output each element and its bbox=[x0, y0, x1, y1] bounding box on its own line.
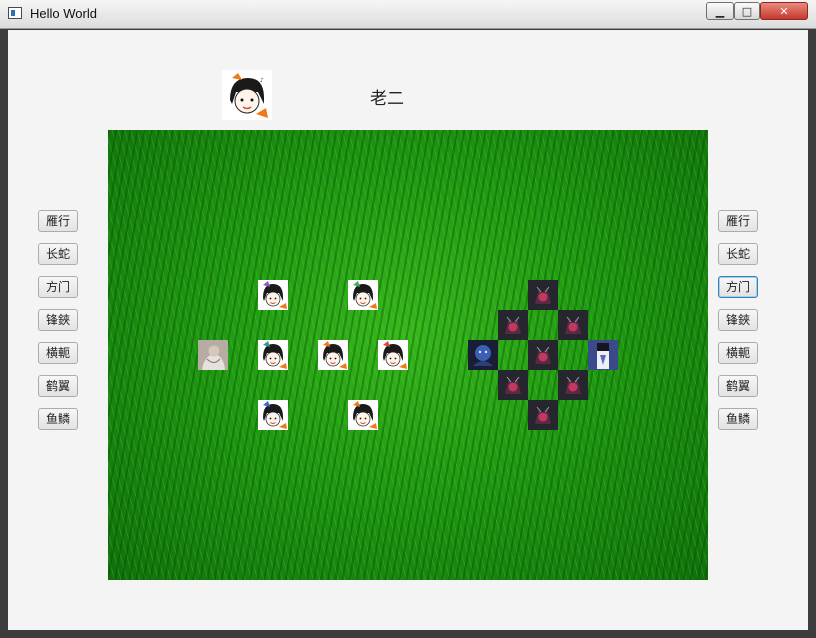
cartoon-girl-icon[interactable] bbox=[258, 400, 288, 430]
dark-demon-icon[interactable] bbox=[558, 310, 588, 340]
cartoon-girl-icon[interactable] bbox=[378, 340, 408, 370]
battlefield[interactable] bbox=[108, 130, 708, 580]
left-formation-button-1[interactable]: 长蛇 bbox=[38, 243, 78, 265]
right-formation-button-1[interactable]: 长蛇 bbox=[718, 243, 758, 265]
right-formation-button-4[interactable]: 横軛 bbox=[718, 342, 758, 364]
cartoon-girl-avatar-icon: ♪ bbox=[222, 70, 272, 120]
dark-demon-icon[interactable] bbox=[528, 280, 558, 310]
maximize-button[interactable]: □ bbox=[734, 2, 760, 20]
left-formation-button-6[interactable]: 鱼鳞 bbox=[38, 408, 78, 430]
right-formation-button-2[interactable]: 方门 bbox=[718, 276, 758, 298]
close-button[interactable]: ✕ bbox=[760, 2, 808, 20]
left-formation-button-3[interactable]: 锋鋏 bbox=[38, 309, 78, 331]
blue-dragon-icon[interactable] bbox=[468, 340, 498, 370]
right-formation-button-3[interactable]: 锋鋏 bbox=[718, 309, 758, 331]
right-formation-button-5[interactable]: 鹤翼 bbox=[718, 375, 758, 397]
right-formation-button-6[interactable]: 鱼鳞 bbox=[718, 408, 758, 430]
left-formation-button-5[interactable]: 鹤翼 bbox=[38, 375, 78, 397]
cartoon-girl-icon[interactable] bbox=[258, 340, 288, 370]
cartoon-girl-icon[interactable] bbox=[258, 280, 288, 310]
client-area: ♪ 老二 雁行 长蛇 方门 锋鋏 横軛 鹤翼 鱼鳞 雁行 长蛇 方门 锋鋏 横軛… bbox=[8, 30, 808, 630]
app-window: Hello World ▁ □ ✕ ♪ 老二 雁行 长蛇 方门 锋鋏 横軛 鹤翼 bbox=[0, 0, 816, 638]
left-formation-button-4[interactable]: 横軛 bbox=[38, 342, 78, 364]
units-layer bbox=[198, 280, 618, 430]
app-icon bbox=[8, 7, 22, 19]
blue-warrior-icon[interactable] bbox=[588, 340, 618, 370]
right-formation-panel: 雁行 长蛇 方门 锋鋏 横軛 鹤翼 鱼鳞 bbox=[718, 210, 758, 441]
window-title: Hello World bbox=[30, 6, 97, 21]
dark-demon-icon[interactable] bbox=[558, 370, 588, 400]
left-formation-panel: 雁行 长蛇 方门 锋鋏 横軛 鹤翼 鱼鳞 bbox=[38, 210, 78, 441]
elder-portrait-icon[interactable] bbox=[198, 340, 228, 370]
right-formation-button-0[interactable]: 雁行 bbox=[718, 210, 758, 232]
svg-text:♪: ♪ bbox=[260, 77, 264, 84]
dark-demon-icon[interactable] bbox=[528, 340, 558, 370]
left-formation-button-0[interactable]: 雁行 bbox=[38, 210, 78, 232]
cartoon-girl-icon[interactable] bbox=[348, 280, 378, 310]
left-formation-button-2[interactable]: 方门 bbox=[38, 276, 78, 298]
title-bar[interactable]: Hello World ▁ □ ✕ bbox=[0, 0, 816, 29]
dark-demon-icon[interactable] bbox=[498, 370, 528, 400]
cartoon-girl-icon[interactable] bbox=[318, 340, 348, 370]
cartoon-girl-icon[interactable] bbox=[348, 400, 378, 430]
player-name: 老二 bbox=[370, 89, 404, 109]
dark-demon-icon[interactable] bbox=[498, 310, 528, 340]
minimize-button[interactable]: ▁ bbox=[706, 2, 734, 20]
dark-demon-icon[interactable] bbox=[528, 400, 558, 430]
